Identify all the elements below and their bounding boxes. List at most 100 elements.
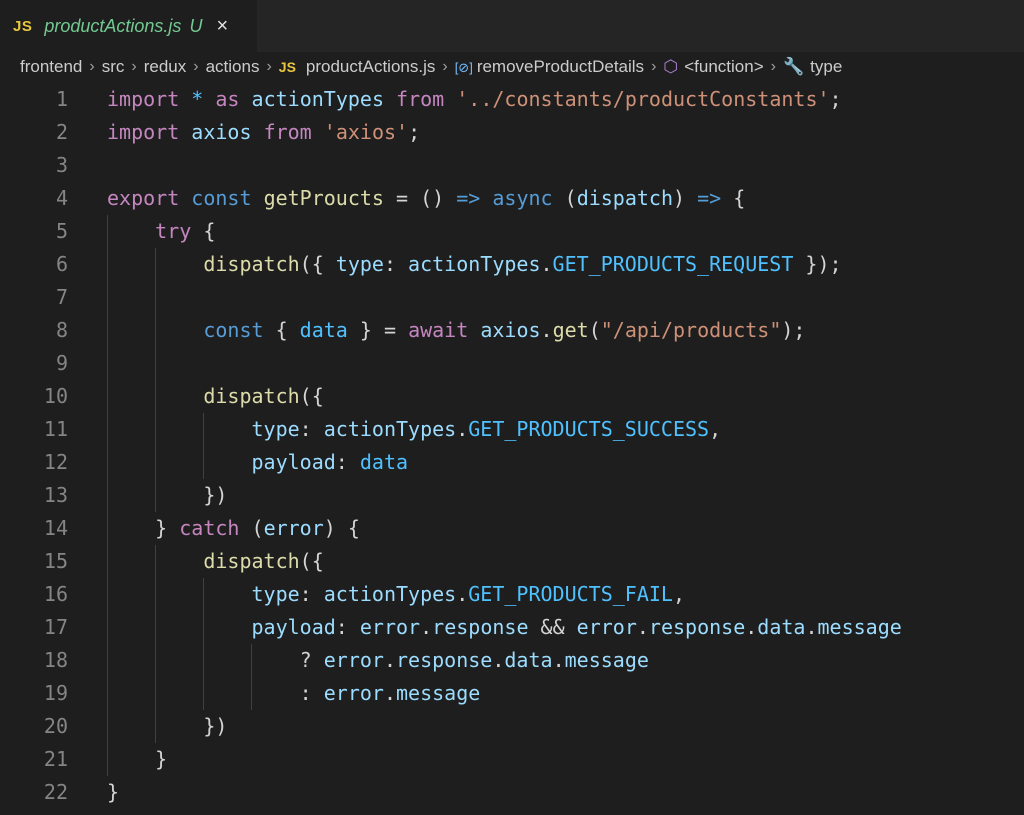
line-number: 5 — [55, 219, 68, 243]
breadcrumb-label: type — [810, 57, 843, 76]
code-line[interactable]: 8 const { data } = await axios.get("/api… — [0, 314, 1024, 347]
breadcrumb-label: frontend — [20, 57, 83, 76]
editor-tab[interactable]: JS productActions.js U × — [0, 0, 257, 52]
breadcrumb-item[interactable]: frontend — [20, 57, 82, 77]
code-line[interactable]: 3 — [0, 149, 1024, 182]
code-text: dispatch({ type: actionTypes.GET_PRODUCT… — [203, 252, 842, 276]
line-number: 3 — [55, 153, 68, 177]
code-text: payload: data — [251, 450, 409, 474]
code-line[interactable]: 10 dispatch({ — [0, 380, 1024, 413]
code-text: ? error.response.data.message — [107, 648, 649, 672]
code-line[interactable]: 11 type: actionTypes.GET_PRODUCTS_SUCCES… — [0, 413, 1024, 446]
code-line[interactable]: 22} — [0, 776, 1024, 809]
breadcrumb-label: removeProductDetails — [476, 57, 645, 76]
chevron-right-icon: › — [89, 58, 95, 75]
breadcrumb-item[interactable]: ⬡ <function> — [663, 57, 763, 77]
line-number: 16 — [43, 582, 68, 606]
code-line[interactable]: 12 payload: data — [0, 446, 1024, 479]
code-text: export const getProucts = () => async (d… — [107, 186, 746, 210]
indent-guide — [203, 413, 204, 479]
code-text: const { data } = await axios.get("/api/p… — [203, 318, 806, 342]
line-number: 8 — [55, 318, 68, 342]
chevron-right-icon: › — [193, 58, 199, 75]
breadcrumb-label: redux — [143, 57, 187, 76]
code-text: }) — [107, 714, 228, 738]
tab-filename: productActions.js — [44, 15, 182, 36]
javascript-file-icon: JS — [13, 17, 33, 35]
code-text: }) — [107, 483, 228, 507]
code-line[interactable]: 21 } — [0, 743, 1024, 776]
code-line[interactable]: 20 }) — [0, 710, 1024, 743]
code-text: import * as actionTypes from '../constan… — [107, 87, 842, 111]
code-text: dispatch({ — [203, 549, 324, 573]
line-number: 9 — [55, 351, 68, 375]
code-line[interactable]: 14 } catch (error) { — [0, 512, 1024, 545]
code-editor[interactable]: 1 import * as actionTypes from '../consta… — [0, 82, 1024, 815]
git-status-badge: U — [189, 15, 203, 36]
indent-guide — [203, 578, 204, 710]
javascript-file-icon: JS — [278, 59, 296, 75]
code-text: type: actionTypes.GET_PRODUCTS_FAIL, — [251, 582, 686, 606]
line-number: 13 — [43, 483, 68, 507]
code-text: } catch (error) { — [107, 516, 360, 540]
code-line[interactable]: 9 — [0, 347, 1024, 380]
code-line[interactable]: 13 }) — [0, 479, 1024, 512]
code-line[interactable]: 6 dispatch({ type: actionTypes.GET_PRODU… — [0, 248, 1024, 281]
breadcrumb-label: src — [101, 57, 125, 76]
code-text: import axios from 'axios'; — [107, 120, 421, 144]
code-line[interactable]: 2 import axios from 'axios'; — [0, 116, 1024, 149]
line-number: 14 — [43, 516, 68, 540]
indent-guide — [251, 644, 252, 710]
line-number: 20 — [43, 714, 68, 738]
chevron-right-icon: › — [442, 58, 448, 75]
line-number: 1 — [55, 87, 68, 111]
line-number: 10 — [43, 384, 68, 408]
code-line[interactable]: 15 dispatch({ — [0, 545, 1024, 578]
line-number: 21 — [43, 747, 68, 771]
code-line[interactable]: 5 try { — [0, 215, 1024, 248]
breadcrumb-label: <function> — [684, 57, 764, 76]
breadcrumb-item[interactable]: 🔧 type — [783, 57, 842, 77]
line-number: 12 — [43, 450, 68, 474]
function-cube-icon: ⬡ — [663, 57, 679, 76]
indent-guide — [155, 248, 156, 512]
close-icon[interactable]: × — [216, 16, 228, 36]
breadcrumb-item[interactable]: JS productActions.js — [279, 57, 436, 77]
line-number: 11 — [43, 417, 68, 441]
code-line[interactable]: 16 type: actionTypes.GET_PRODUCTS_FAIL, — [0, 578, 1024, 611]
code-line[interactable]: 7 — [0, 281, 1024, 314]
breadcrumb-label: actions — [205, 57, 260, 76]
chevron-right-icon: › — [266, 58, 272, 75]
line-number: 17 — [43, 615, 68, 639]
code-text: payload: error.response && error.respons… — [251, 615, 902, 639]
code-line[interactable]: 4 export const getProucts = () => async (… — [0, 182, 1024, 215]
line-number: 19 — [43, 681, 68, 705]
chevron-right-icon: › — [131, 58, 137, 75]
breadcrumb-item[interactable]: redux — [144, 57, 187, 77]
breadcrumb-item[interactable]: [⊘] removeProductDetails — [455, 57, 644, 77]
code-text: } — [107, 780, 120, 804]
breadcrumb-label: productActions.js — [305, 57, 436, 76]
breadcrumb: frontend › src › redux › actions › JS productActi… — [0, 52, 1024, 82]
wrench-icon: 🔧 — [782, 57, 805, 76]
indent-guide — [155, 545, 156, 743]
line-number: 6 — [55, 252, 68, 276]
code-line[interactable]: 17 payload: error.response && error.resp… — [0, 611, 1024, 644]
code-line[interactable]: 1 import * as actionTypes from '../consta… — [0, 83, 1024, 116]
variable-icon: [⊘] — [454, 60, 473, 75]
code-text: } — [107, 747, 168, 771]
line-number: 15 — [43, 549, 68, 573]
code-line[interactable]: 18 ? error.response.data.message — [0, 644, 1024, 677]
breadcrumb-item[interactable]: src — [102, 57, 125, 77]
line-number: 18 — [43, 648, 68, 672]
code-text: try { — [155, 219, 216, 243]
breadcrumb-item[interactable]: actions — [206, 57, 260, 77]
code-line[interactable]: 19 : error.message — [0, 677, 1024, 710]
chevron-right-icon: › — [651, 58, 657, 75]
chevron-right-icon: › — [770, 58, 776, 75]
line-number: 7 — [55, 285, 68, 309]
indent-guide — [107, 215, 108, 776]
line-number: 4 — [55, 186, 68, 210]
code-text: : error.message — [107, 681, 481, 705]
tab-bar: JS productActions.js U × — [0, 0, 1024, 52]
